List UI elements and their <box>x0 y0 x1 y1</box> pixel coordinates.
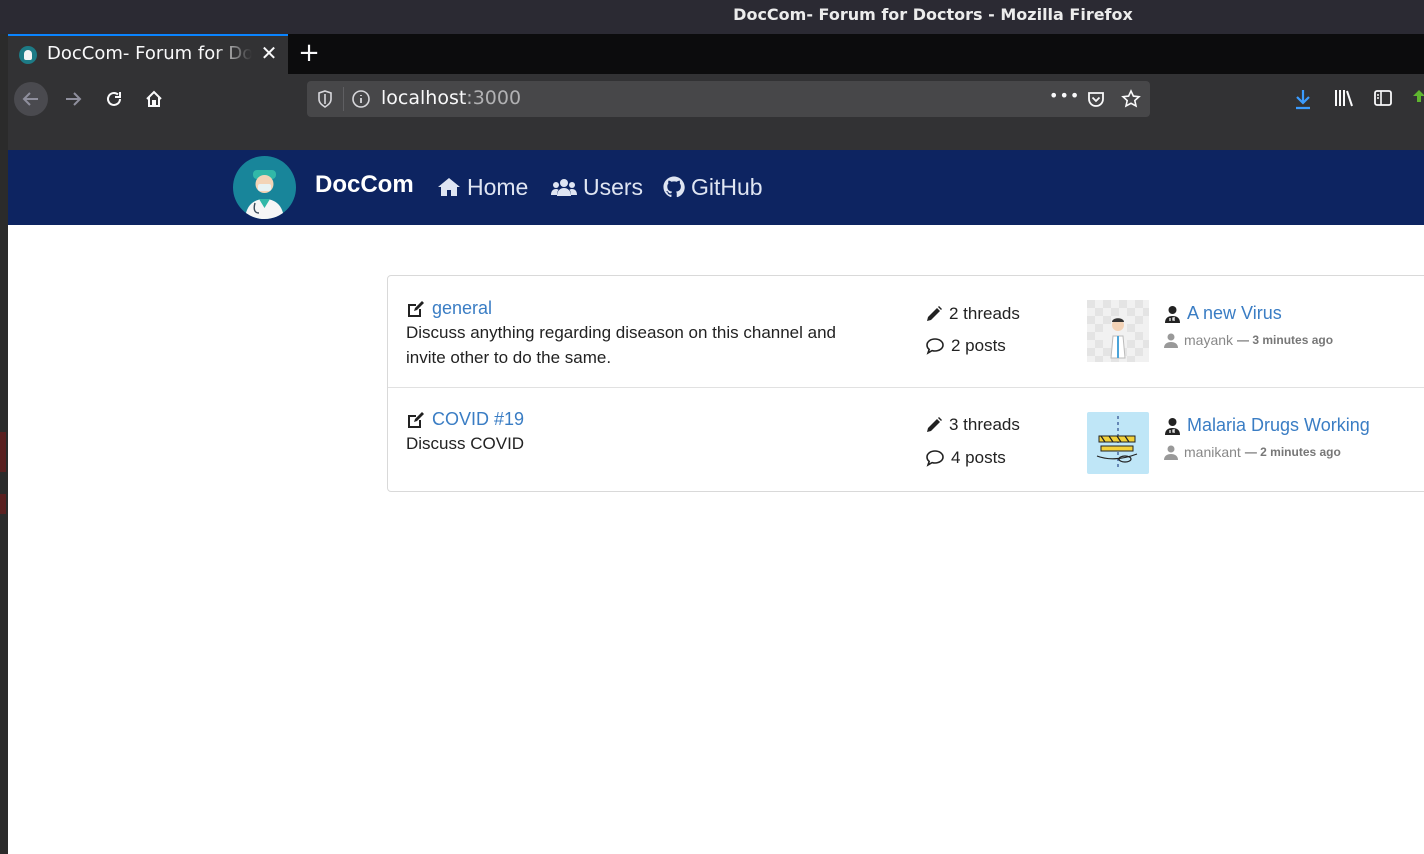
home-button[interactable] <box>137 82 171 116</box>
channel-list-card: general Discuss anything regarding disea… <box>387 275 1424 492</box>
window-title-bar: DocCom- Forum for Doctors - Mozilla Fire… <box>0 0 1424 34</box>
desktop-edge-mark <box>0 494 6 514</box>
channel-description: Discuss anything regarding diseason on t… <box>406 323 836 367</box>
pocket-icon[interactable] <box>1086 89 1106 109</box>
home-icon <box>438 178 460 196</box>
user-doctor-icon <box>1165 305 1180 323</box>
thread-count: 2 threads <box>925 304 1020 324</box>
url-host: localhost <box>381 87 467 109</box>
thread-count-label: 2 threads <box>949 304 1020 323</box>
github-icon <box>663 176 685 198</box>
thread-count: 3 threads <box>925 415 1020 435</box>
last-post-thumbnail[interactable] <box>1087 412 1149 474</box>
last-post-title-link[interactable]: A new Virus <box>1187 303 1282 324</box>
sidebar-icon[interactable] <box>1373 88 1393 108</box>
star-icon[interactable] <box>1121 89 1141 109</box>
last-post-thumbnail[interactable] <box>1087 300 1149 362</box>
post-count-label: 4 posts <box>951 448 1006 467</box>
home-icon <box>146 90 162 107</box>
desktop-edge-mark <box>0 432 6 472</box>
channel-heading[interactable]: COVID #19 <box>406 409 524 430</box>
reload-icon <box>107 91 121 106</box>
arrow-left-icon <box>22 92 38 106</box>
reload-button[interactable] <box>97 82 131 116</box>
comment-icon <box>926 450 944 467</box>
last-post-heading: Malaria Drugs Working <box>1164 415 1370 436</box>
channel-row: general Discuss anything regarding disea… <box>388 276 1424 388</box>
comment-icon <box>926 338 944 355</box>
arrow-right-icon <box>66 92 82 106</box>
edit-icon <box>408 411 424 428</box>
doctor-cartoon-image <box>1087 300 1149 362</box>
doctor-avatar-icon <box>245 170 284 219</box>
user-icon <box>1164 333 1178 348</box>
last-post-title-link[interactable]: Malaria Drugs Working <box>1187 415 1370 436</box>
drugs-illustration-image <box>1096 416 1138 470</box>
post-count-label: 2 posts <box>951 336 1006 355</box>
post-count: 4 posts <box>925 448 1006 468</box>
tab-title: DocCom- Forum for Doctors <box>47 43 252 64</box>
nav-github-label: GitHub <box>691 173 763 200</box>
site-favicon-icon <box>19 46 37 64</box>
back-button[interactable] <box>14 82 48 116</box>
forward-button[interactable] <box>56 82 90 116</box>
nav-home-link[interactable]: Home <box>437 172 528 202</box>
user-doctor-icon <box>1165 417 1180 435</box>
new-tab-button[interactable]: + <box>296 38 322 68</box>
library-icon[interactable] <box>1333 88 1355 108</box>
site-logo[interactable] <box>233 156 296 219</box>
close-tab-icon[interactable]: ✕ <box>258 42 280 64</box>
pencil-icon <box>927 417 942 432</box>
url-port: :3000 <box>466 87 522 109</box>
browser-toolbar: localhost:3000 ••• <box>8 74 1424 150</box>
last-post-time: — 2 minutes ago <box>1244 445 1341 459</box>
window-title: DocCom- Forum for Doctors - Mozilla Fire… <box>733 5 1133 24</box>
user-icon <box>1164 445 1178 460</box>
nav-users-label: Users <box>583 173 644 200</box>
info-icon[interactable] <box>351 89 371 109</box>
nav-github-link[interactable]: GitHub <box>663 172 763 202</box>
pencil-icon <box>927 306 942 321</box>
channel-description: Discuss COVID <box>406 434 525 453</box>
last-post-time: — 3 minutes ago <box>1237 333 1334 347</box>
channel-heading[interactable]: general <box>406 298 492 319</box>
edit-icon <box>408 300 424 317</box>
extension-icon[interactable] <box>1413 88 1424 108</box>
nav-home-label: Home <box>467 173 529 200</box>
channel-name[interactable]: COVID #19 <box>432 409 524 430</box>
thread-count-label: 3 threads <box>949 415 1020 434</box>
page-actions-icon[interactable]: ••• <box>1049 86 1080 105</box>
site-brand[interactable]: DocCom <box>315 171 414 199</box>
url-text: localhost:3000 <box>381 87 521 109</box>
channel-name[interactable]: general <box>432 298 492 319</box>
last-post-meta: manikant — 2 minutes ago <box>1164 444 1341 460</box>
shield-icon[interactable] <box>316 89 334 109</box>
url-separator <box>343 87 344 111</box>
download-icon[interactable] <box>1293 88 1313 110</box>
users-icon <box>551 179 577 196</box>
tab-strip: DocCom- Forum for Doctors ✕ + <box>8 34 1424 74</box>
last-post-author[interactable]: manikant <box>1184 444 1241 460</box>
desktop-edge <box>0 34 8 854</box>
last-post-meta: mayank — 3 minutes ago <box>1164 332 1333 348</box>
last-post-heading: A new Virus <box>1164 303 1282 324</box>
channel-row: COVID #19 Discuss COVID 3 threads 4 post… <box>388 388 1424 492</box>
last-post-author[interactable]: mayank <box>1184 332 1233 348</box>
browser-tab[interactable]: DocCom- Forum for Doctors ✕ <box>8 34 288 74</box>
post-count: 2 posts <box>925 336 1006 356</box>
address-bar[interactable]: localhost:3000 ••• <box>307 81 1150 117</box>
site-navbar: DocCom Home Users GitHub <box>8 150 1424 225</box>
nav-users-link[interactable]: Users <box>551 172 643 202</box>
